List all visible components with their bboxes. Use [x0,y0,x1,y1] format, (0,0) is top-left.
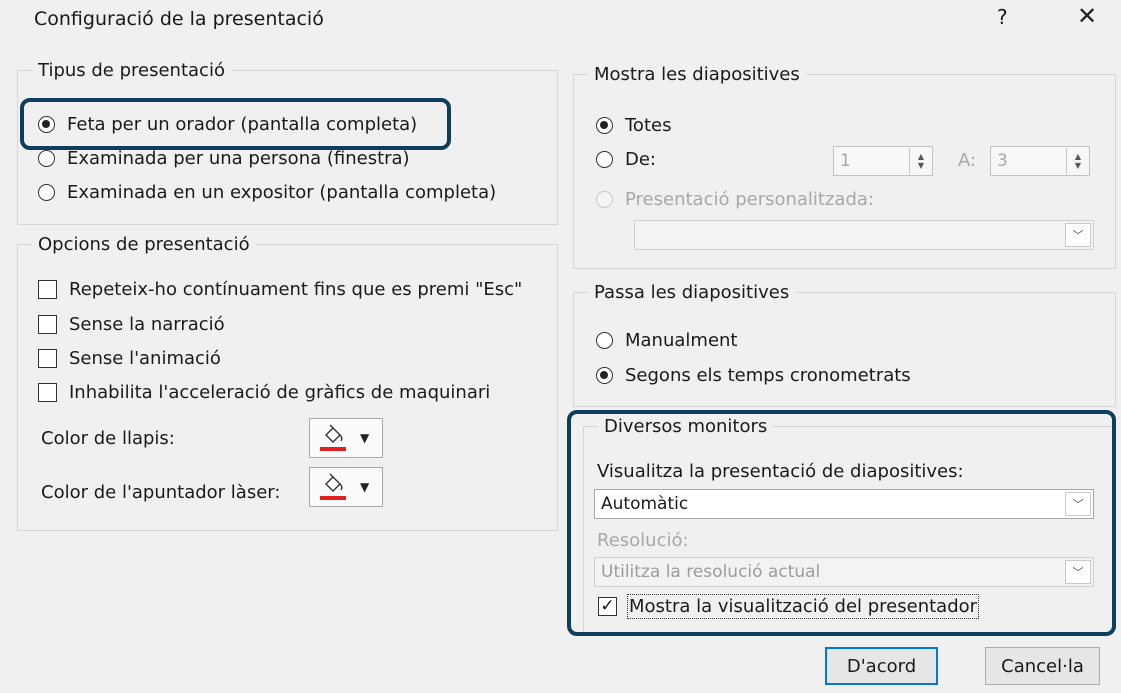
radio-dot [596,332,613,349]
advance-slides-legend: Passa les diapositives [594,282,790,303]
radio-from-slides[interactable]: De: [596,149,656,170]
stepper-arrows-icon[interactable]: ▲ ▼ [909,148,932,174]
checkbox-label: Inhabilita l'acceleració de gràfics de m… [69,382,491,403]
to-slide-label: A: [958,150,977,171]
laser-color-swatch [320,496,346,500]
radio-dot [596,367,613,384]
cancel-button[interactable]: Cancel·la [985,647,1100,685]
radio-label: Manualment [625,330,738,351]
chevron-down-icon: ▼ [360,480,370,494]
show-slides-legend: Mostra les diapositives [594,64,800,85]
checkbox-box [38,280,57,299]
ok-button[interactable]: D'acord [825,647,938,685]
radio-dot [38,150,55,167]
radio-label: Totes [625,115,672,136]
checkbox-no-narration[interactable]: Sense la narració [38,314,225,335]
to-slide-value: 3 [997,151,1008,171]
radio-kiosk-fullscreen[interactable]: Examinada en un expositor (pantalla comp… [38,182,496,203]
radio-dot [596,151,613,168]
checkbox-box [38,383,57,402]
pen-color-label: Color de llapis: [41,428,175,449]
radio-all-slides[interactable]: Totes [596,115,671,136]
custom-show-dropdown[interactable]: ﹀ [634,220,1094,250]
highlight-speaker-option [20,98,451,150]
paint-bucket-icon [318,423,348,453]
from-slide-value: 1 [840,151,851,171]
paint-bucket-icon [318,472,348,502]
chevron-down-icon: ▼ [360,431,370,445]
close-button[interactable]: ✕ [1077,2,1097,30]
radio-label: De: [625,149,656,170]
to-slide-stepper[interactable]: 3 ▲ ▼ [990,146,1090,176]
radio-label: Segons els temps cronometrats [625,365,911,386]
radio-dot [38,184,55,201]
checkbox-label: Sense l'animació [69,348,221,369]
checkbox-box [38,315,57,334]
stepper-arrows-icon[interactable]: ▲ ▼ [1066,148,1089,174]
checkbox-label: Repeteix-ho contínuament fins que es pre… [69,279,523,300]
presentation-type-legend: Tipus de presentació [38,60,225,81]
pen-color-button[interactable]: ▼ [309,418,383,458]
radio-label: Examinada per una persona (finestra) [67,148,410,169]
pen-color-swatch [320,447,346,451]
highlight-multiple-monitors [567,410,1116,636]
radio-manual-advance[interactable]: Manualment [596,330,737,351]
radio-use-timings[interactable]: Segons els temps cronometrats [596,365,911,386]
laser-color-label: Color de l'apuntador làser: [41,482,281,503]
radio-dot [596,117,613,134]
checkbox-loop-until-esc[interactable]: Repeteix-ho contínuament fins que es pre… [38,279,522,300]
from-slide-stepper[interactable]: 1 ▲ ▼ [833,146,933,176]
laser-color-button[interactable]: ▼ [309,467,383,507]
radio-individual-window[interactable]: Examinada per una persona (finestra) [38,148,410,169]
radio-custom-show[interactable]: Presentació personalitzada: [596,189,874,210]
show-options-legend: Opcions de presentació [38,234,250,255]
radio-dot [596,191,613,208]
checkbox-disable-hw-accel[interactable]: Inhabilita l'acceleració de gràfics de m… [38,382,490,403]
chevron-down-icon: ﹀ [1065,223,1091,247]
checkbox-box [38,349,57,368]
checkbox-no-animation[interactable]: Sense l'animació [38,348,221,369]
radio-label: Presentació personalitzada: [625,189,874,210]
dialog-title: Configuració de la presentació [34,8,324,30]
checkbox-label: Sense la narració [69,314,225,335]
radio-label: Examinada en un expositor (pantalla comp… [67,182,497,203]
help-button[interactable]: ? [997,5,1008,29]
